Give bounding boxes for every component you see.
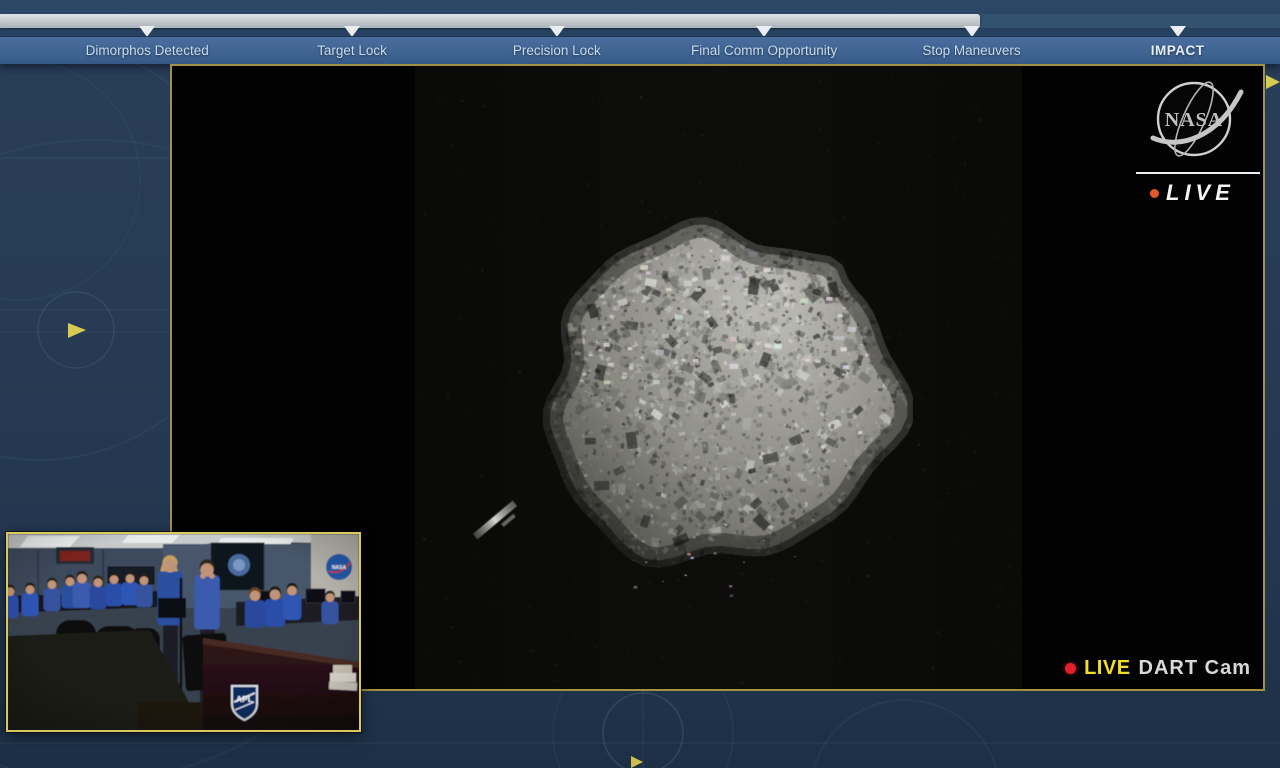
mission-control-pip: NASA bbox=[6, 532, 361, 732]
live-dot-icon bbox=[1150, 188, 1159, 198]
live-indicator: LIVE bbox=[1134, 180, 1262, 206]
milestone-label: Stop Maneuvers bbox=[922, 43, 1021, 58]
divider-line bbox=[1136, 172, 1260, 174]
milestone-label: Target Lock bbox=[317, 43, 387, 58]
waypoint-arrow-icon bbox=[68, 323, 86, 338]
live-label: LIVE bbox=[1166, 180, 1235, 205]
milestone-label: Final Comm Opportunity bbox=[691, 43, 838, 58]
timeline-track bbox=[0, 0, 1280, 37]
camera-badge: LIVE DART Cam bbox=[1065, 657, 1251, 680]
camera-live-label: LIVE bbox=[1084, 657, 1131, 679]
broadcast-stage: Dimorphos Detected Target Lock Precision L… bbox=[0, 0, 1280, 768]
milestone-label: IMPACT bbox=[1150, 43, 1205, 58]
nasa-live-block: NASA LIVE bbox=[1134, 74, 1262, 206]
record-dot-icon bbox=[1065, 663, 1077, 674]
nasa-insignia-icon: NASA bbox=[1150, 81, 1244, 157]
waypoint-arrow-icon bbox=[1266, 75, 1280, 89]
timeline-label-strip: Dimorphos Detected Target Lock Precision L… bbox=[0, 36, 1280, 64]
waypoint-arrow-icon bbox=[631, 756, 643, 768]
mission-timeline-bar: Dimorphos Detected Target Lock Precision L… bbox=[0, 0, 1280, 64]
camera-name-label: DART Cam bbox=[1138, 657, 1251, 679]
milestone-label: Precision Lock bbox=[512, 43, 601, 58]
milestone-label: Dimorphos Detected bbox=[85, 43, 209, 58]
